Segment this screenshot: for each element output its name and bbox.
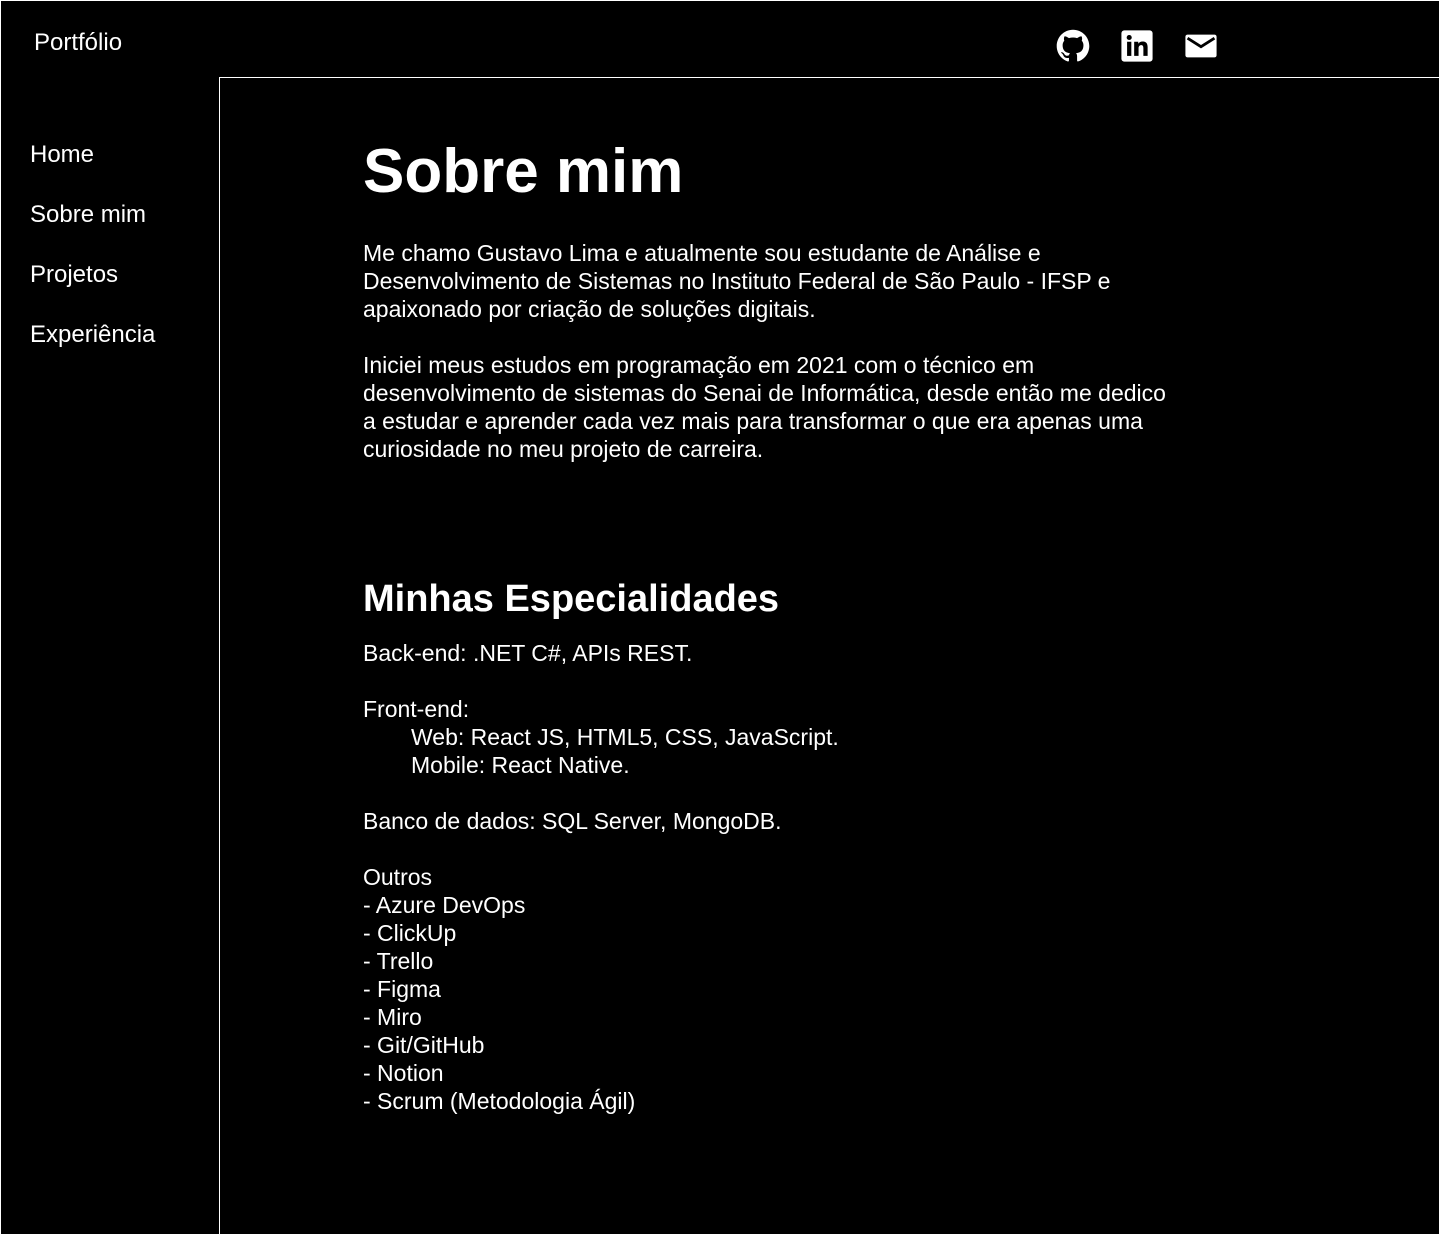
list-item: - Git/GitHub <box>363 1032 485 1058</box>
list-item: - Scrum (Metodologia Ágil) <box>363 1088 636 1114</box>
github-link[interactable] <box>1056 29 1090 63</box>
list-item: - Figma <box>363 976 441 1002</box>
history-paragraph: Iniciei meus estudos em programação em 2… <box>363 352 1166 462</box>
brand-title[interactable]: Portfólio <box>34 29 122 57</box>
list-item: - Trello <box>363 948 434 974</box>
mail-link[interactable] <box>1184 29 1218 63</box>
list-item: - ClickUp <box>363 920 457 946</box>
frontend-web-line: Web: React JS, HTML5, CSS, JavaScript. <box>411 724 839 750</box>
frontend-mobile-line: Mobile: React Native. <box>411 752 630 778</box>
database-line: Banco de dados: SQL Server, MongoDB. <box>363 808 782 834</box>
linkedin-icon <box>1121 30 1153 62</box>
mail-icon <box>1185 34 1217 58</box>
linkedin-link[interactable] <box>1120 29 1154 63</box>
sidebar: Home Sobre mim Projetos Experiência <box>0 77 220 1235</box>
backend-line: Back-end: .NET C#, APIs REST. <box>363 640 693 666</box>
specialties-title: Minhas Especialidades <box>363 578 780 620</box>
others-title: Outros <box>363 864 433 890</box>
list-item: - Notion <box>363 1060 444 1086</box>
main-content: Sobre mim Me chamo Gustavo Lima e atualm… <box>220 77 1440 1235</box>
list-item: - Azure DevOps <box>363 892 526 918</box>
sidebar-item-home[interactable]: Home <box>30 141 94 169</box>
social-links <box>1056 29 1218 63</box>
top-header: Portfólio <box>0 0 1440 78</box>
sidebar-nav: Home Sobre mim Projetos Experiência <box>30 141 155 381</box>
page-title: Sobre mim <box>363 137 684 206</box>
sidebar-item-experiencia[interactable]: Experiência <box>30 321 155 349</box>
sidebar-item-sobre-mim[interactable]: Sobre mim <box>30 201 146 229</box>
specialties-list: Back-end: .NET C#, APIs REST. Front-end:… <box>363 639 1183 1115</box>
github-icon <box>1056 29 1090 62</box>
frontend-line: Front-end: <box>363 696 470 722</box>
intro-paragraph: Me chamo Gustavo Lima e atualmente sou e… <box>363 240 1111 322</box>
list-item: - Miro <box>363 1004 422 1030</box>
sidebar-item-projetos[interactable]: Projetos <box>30 261 118 289</box>
about-section: Sobre mim Me chamo Gustavo Lima e atualm… <box>363 137 1183 1115</box>
